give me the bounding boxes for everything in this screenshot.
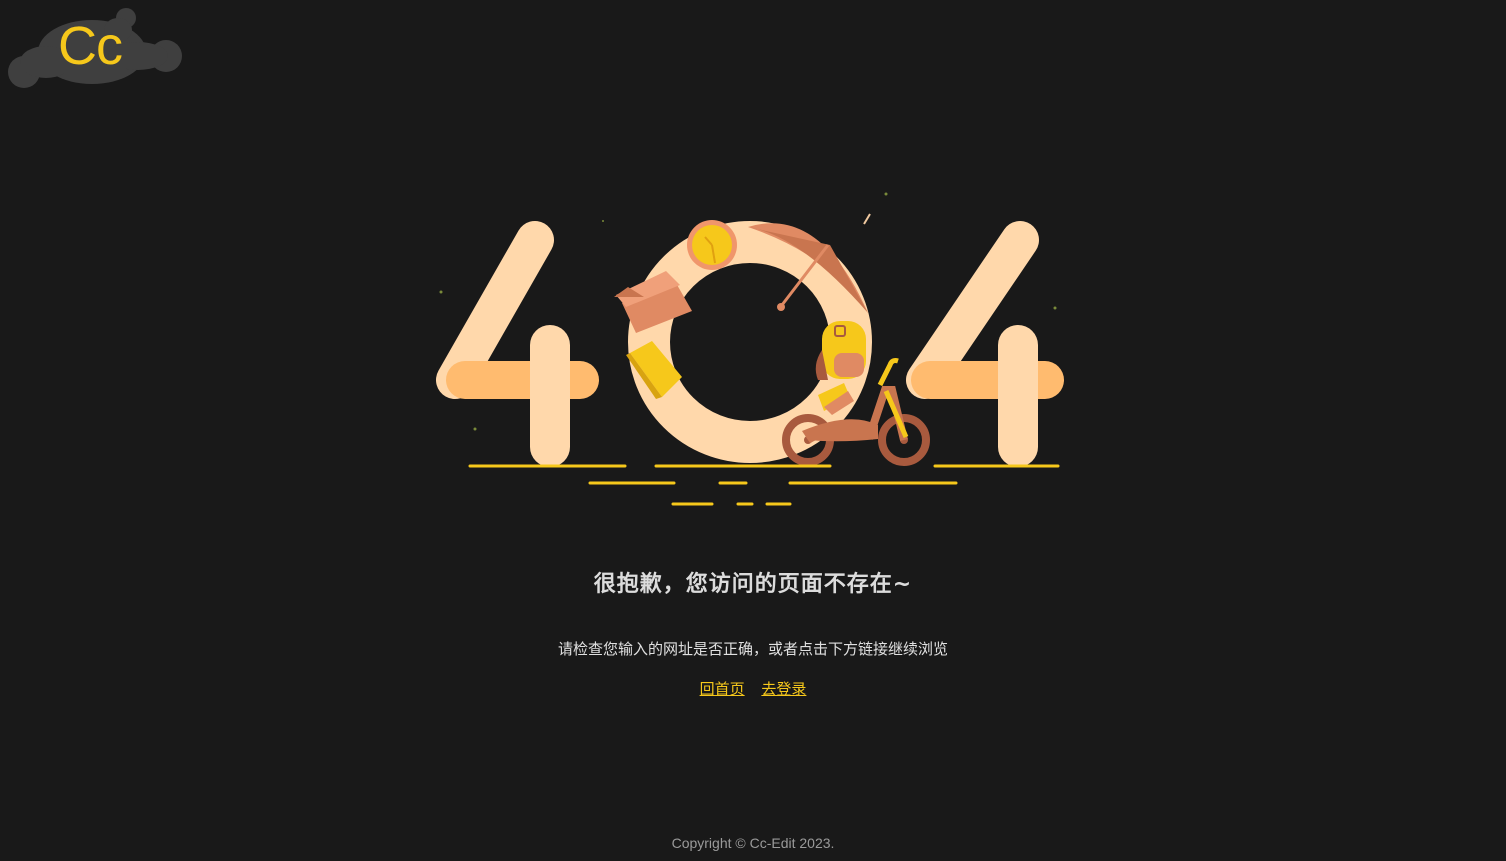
action-links: 回首页 去登录	[0, 678, 1506, 699]
error-subtitle: 请检查您输入的网址是否正确，或者点击下方链接继续浏览	[557, 640, 948, 658]
digit-four-left	[436, 221, 599, 467]
ground-lines	[468, 464, 1060, 506]
copyright-footer: Copyright © Cc-Edit 2023.	[671, 835, 835, 851]
logo-text: Cc	[58, 16, 123, 76]
digit-zero-ring	[628, 221, 872, 463]
clock-icon	[687, 220, 737, 270]
digit-four-right	[906, 221, 1064, 467]
logo[interactable]: Cc	[6, 4, 186, 92]
404-illustration	[430, 185, 1070, 515]
not-found-page: Cc 很抱歉，您访问的页面不存在~ 请检查您输入的网址是否正确，或者点击下方链接…	[0, 0, 1506, 861]
error-title: 很抱歉，您访问的页面不存在~	[593, 572, 913, 597]
login-link[interactable]: 去登录	[761, 680, 806, 698]
home-link[interactable]: 回首页	[700, 680, 745, 698]
backpack-icon	[815, 321, 866, 380]
